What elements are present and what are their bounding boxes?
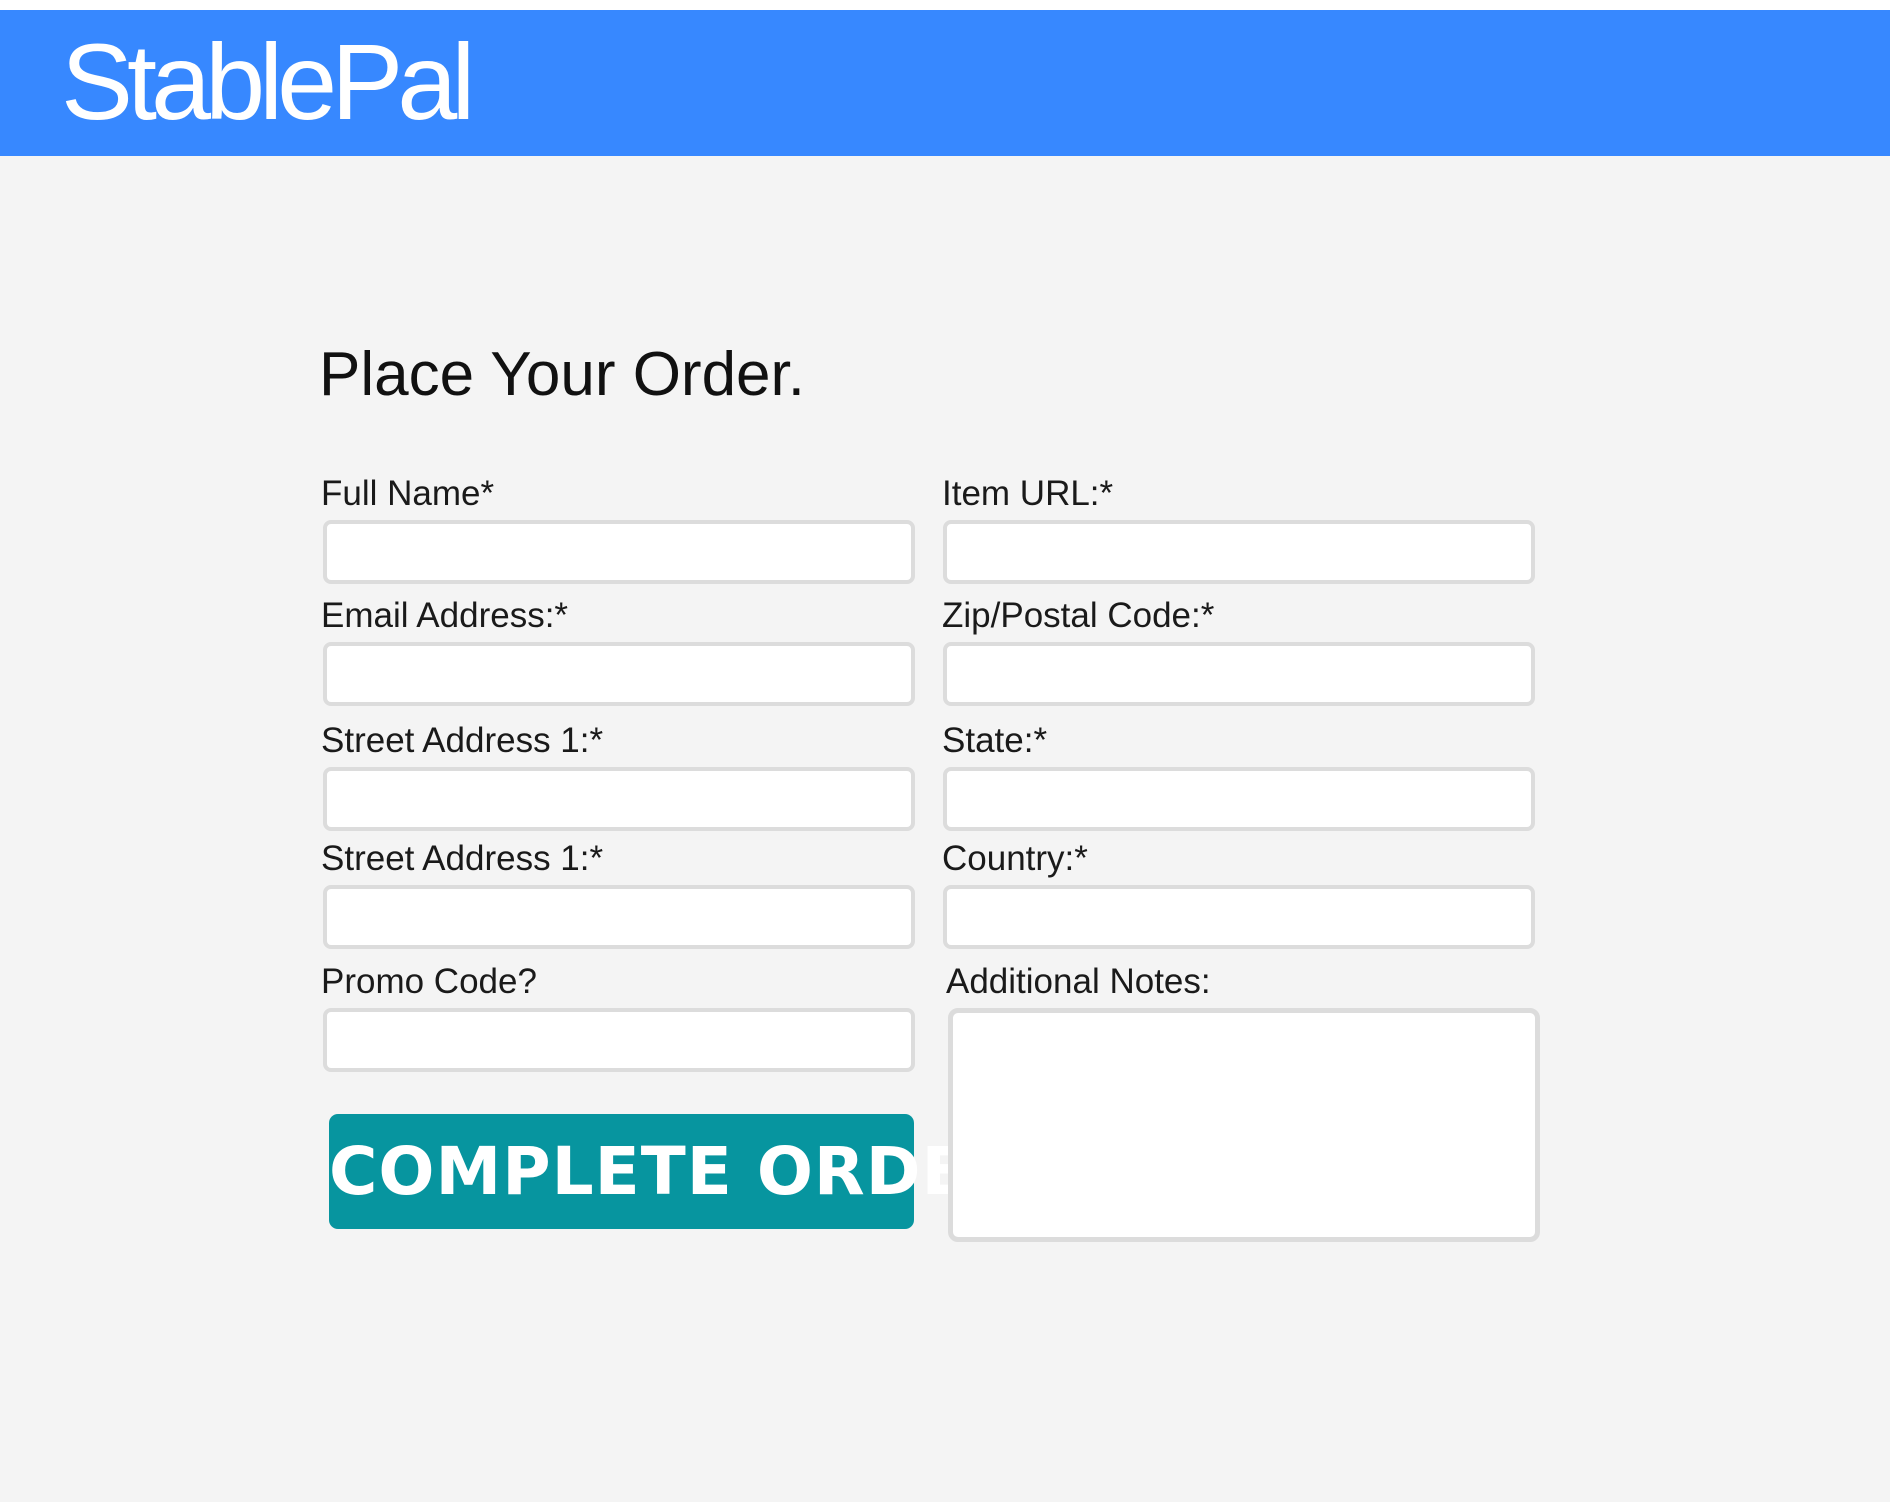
top-strip xyxy=(0,0,1890,10)
email-label: Email Address:* xyxy=(321,596,569,635)
state-input[interactable] xyxy=(943,767,1535,831)
promo-code-input[interactable] xyxy=(323,1008,915,1072)
street-address-1-input[interactable] xyxy=(323,767,915,831)
country-label: Country:* xyxy=(942,839,1088,878)
complete-order-button[interactable]: COMPLETE ORDER xyxy=(329,1114,1018,1229)
full-name-input[interactable] xyxy=(323,520,915,584)
zip-code-input[interactable] xyxy=(943,642,1535,706)
zip-code-label: Zip/Postal Code:* xyxy=(942,596,1215,635)
brand-logo[interactable]: StablePal xyxy=(61,28,475,136)
street-address-2-input[interactable] xyxy=(323,885,915,949)
street-address-1-label: Street Address 1:* xyxy=(321,721,604,760)
street-address-2-label: Street Address 1:* xyxy=(321,839,604,878)
additional-notes-label: Additional Notes: xyxy=(946,962,1211,1001)
country-input[interactable] xyxy=(943,885,1535,949)
item-url-input[interactable] xyxy=(943,520,1535,584)
state-label: State:* xyxy=(942,721,1048,760)
page-title: Place Your Order. xyxy=(319,340,805,409)
email-input[interactable] xyxy=(323,642,915,706)
item-url-label: Item URL:* xyxy=(942,474,1114,513)
promo-code-label: Promo Code? xyxy=(321,962,537,1001)
additional-notes-textarea[interactable] xyxy=(948,1008,1540,1242)
full-name-label: Full Name* xyxy=(321,474,495,513)
site-header: StablePal xyxy=(0,10,1890,156)
